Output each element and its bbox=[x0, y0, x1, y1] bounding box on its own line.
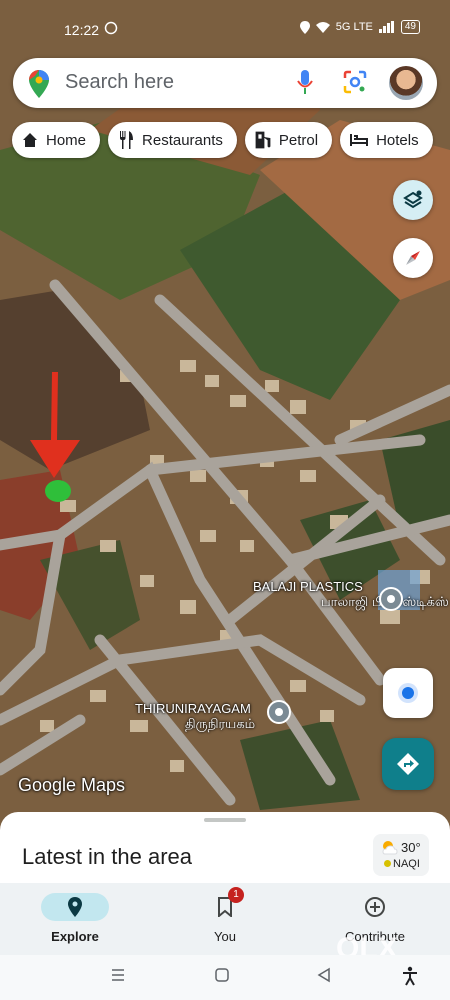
accessibility-icon[interactable] bbox=[402, 966, 418, 986]
layers-button[interactable] bbox=[393, 180, 433, 220]
recents-icon[interactable] bbox=[110, 967, 126, 983]
my-location-button[interactable] bbox=[383, 668, 433, 718]
directions-button[interactable] bbox=[382, 738, 434, 790]
sheet-title: Latest in the area bbox=[22, 844, 193, 869]
contribute-tab-icon-wrap bbox=[354, 893, 396, 921]
signal-icon bbox=[378, 21, 394, 33]
clock: 12:22 bbox=[64, 22, 100, 38]
fuel-icon bbox=[255, 131, 271, 149]
poi-name: BALAJI PLASTICS bbox=[253, 579, 363, 594]
network-label: 5G LTE bbox=[335, 21, 373, 33]
poi-local-name: பாலாஜி பிளாஸ்டிக்ஸ் bbox=[321, 594, 449, 609]
tab-explore[interactable]: Explore bbox=[20, 883, 130, 955]
bottom-sheet[interactable]: Latest in the area 30° NAQI bbox=[0, 812, 450, 892]
status-bar: 12:22 5G LTE 49 bbox=[0, 0, 450, 48]
chip-label: Petrol bbox=[278, 131, 319, 149]
temperature: 30° bbox=[401, 840, 421, 855]
poi-local-name: திருநிரயகம் bbox=[185, 716, 256, 731]
location-icon bbox=[299, 20, 310, 34]
explore-icon bbox=[68, 897, 82, 917]
chip-home[interactable]: Home bbox=[12, 122, 101, 158]
chip-restaurants[interactable]: Restaurants bbox=[108, 122, 237, 158]
search-input[interactable]: Search here bbox=[65, 71, 174, 94]
poi-pin-balaji[interactable] bbox=[379, 587, 403, 611]
explore-tab-icon-wrap bbox=[41, 893, 109, 921]
compass-button[interactable] bbox=[393, 238, 433, 278]
mic-icon[interactable] bbox=[297, 70, 313, 96]
green-marker bbox=[45, 480, 71, 502]
chip-label: Restaurants bbox=[142, 131, 223, 149]
whatsapp-icon bbox=[104, 21, 118, 35]
poi-name: THIRUNIRAYAGAM bbox=[135, 701, 251, 716]
directions-icon bbox=[397, 753, 419, 775]
search-bar[interactable]: Search here bbox=[13, 58, 437, 108]
chip-petrol[interactable]: Petrol bbox=[244, 122, 333, 158]
system-nav-bar bbox=[0, 955, 450, 1000]
poi-pin-thirunirayagam[interactable] bbox=[267, 700, 291, 724]
chip-label: Hotels bbox=[376, 131, 419, 149]
tab-label: You bbox=[214, 929, 236, 944]
avatar[interactable] bbox=[389, 66, 423, 100]
aqi-dot bbox=[384, 860, 391, 867]
poi-label-balaji[interactable]: BALAJI PLASTICS பாலாஜி பிளாஸ்டிக்ஸ் bbox=[253, 579, 449, 609]
chip-label: Home bbox=[46, 131, 87, 149]
google-maps-attribution: Google Maps bbox=[18, 775, 126, 795]
aqi-label: NAQI bbox=[393, 858, 420, 870]
home-icon bbox=[23, 133, 37, 147]
tab-you[interactable]: 1 You bbox=[170, 883, 280, 955]
poi-label-thirunirayagam[interactable]: THIRUNIRAYAGAM திருநிரயகம் bbox=[135, 701, 255, 731]
compass-icon bbox=[406, 251, 420, 265]
battery-icon: 49 bbox=[400, 20, 420, 34]
back-icon[interactable] bbox=[316, 967, 332, 983]
google-lens-icon[interactable] bbox=[343, 70, 367, 94]
partly-cloudy-icon bbox=[382, 841, 398, 855]
category-chips: Home Restaurants Petrol Hotels bbox=[12, 122, 433, 158]
sheet-handle[interactable] bbox=[204, 818, 246, 822]
chip-hotels[interactable]: Hotels bbox=[340, 122, 433, 158]
layers-icon bbox=[403, 190, 423, 209]
contribute-icon bbox=[365, 897, 385, 917]
wifi-icon bbox=[315, 22, 330, 33]
google-maps-pin-icon bbox=[29, 70, 49, 98]
my-location-icon bbox=[398, 683, 418, 703]
home-nav-icon[interactable] bbox=[214, 967, 230, 983]
weather-widget[interactable]: 30° NAQI bbox=[373, 834, 429, 876]
tab-label: Explore bbox=[51, 929, 99, 944]
notification-badge: 1 bbox=[228, 887, 244, 903]
hotel-icon bbox=[350, 134, 369, 146]
restaurant-icon bbox=[120, 131, 134, 149]
